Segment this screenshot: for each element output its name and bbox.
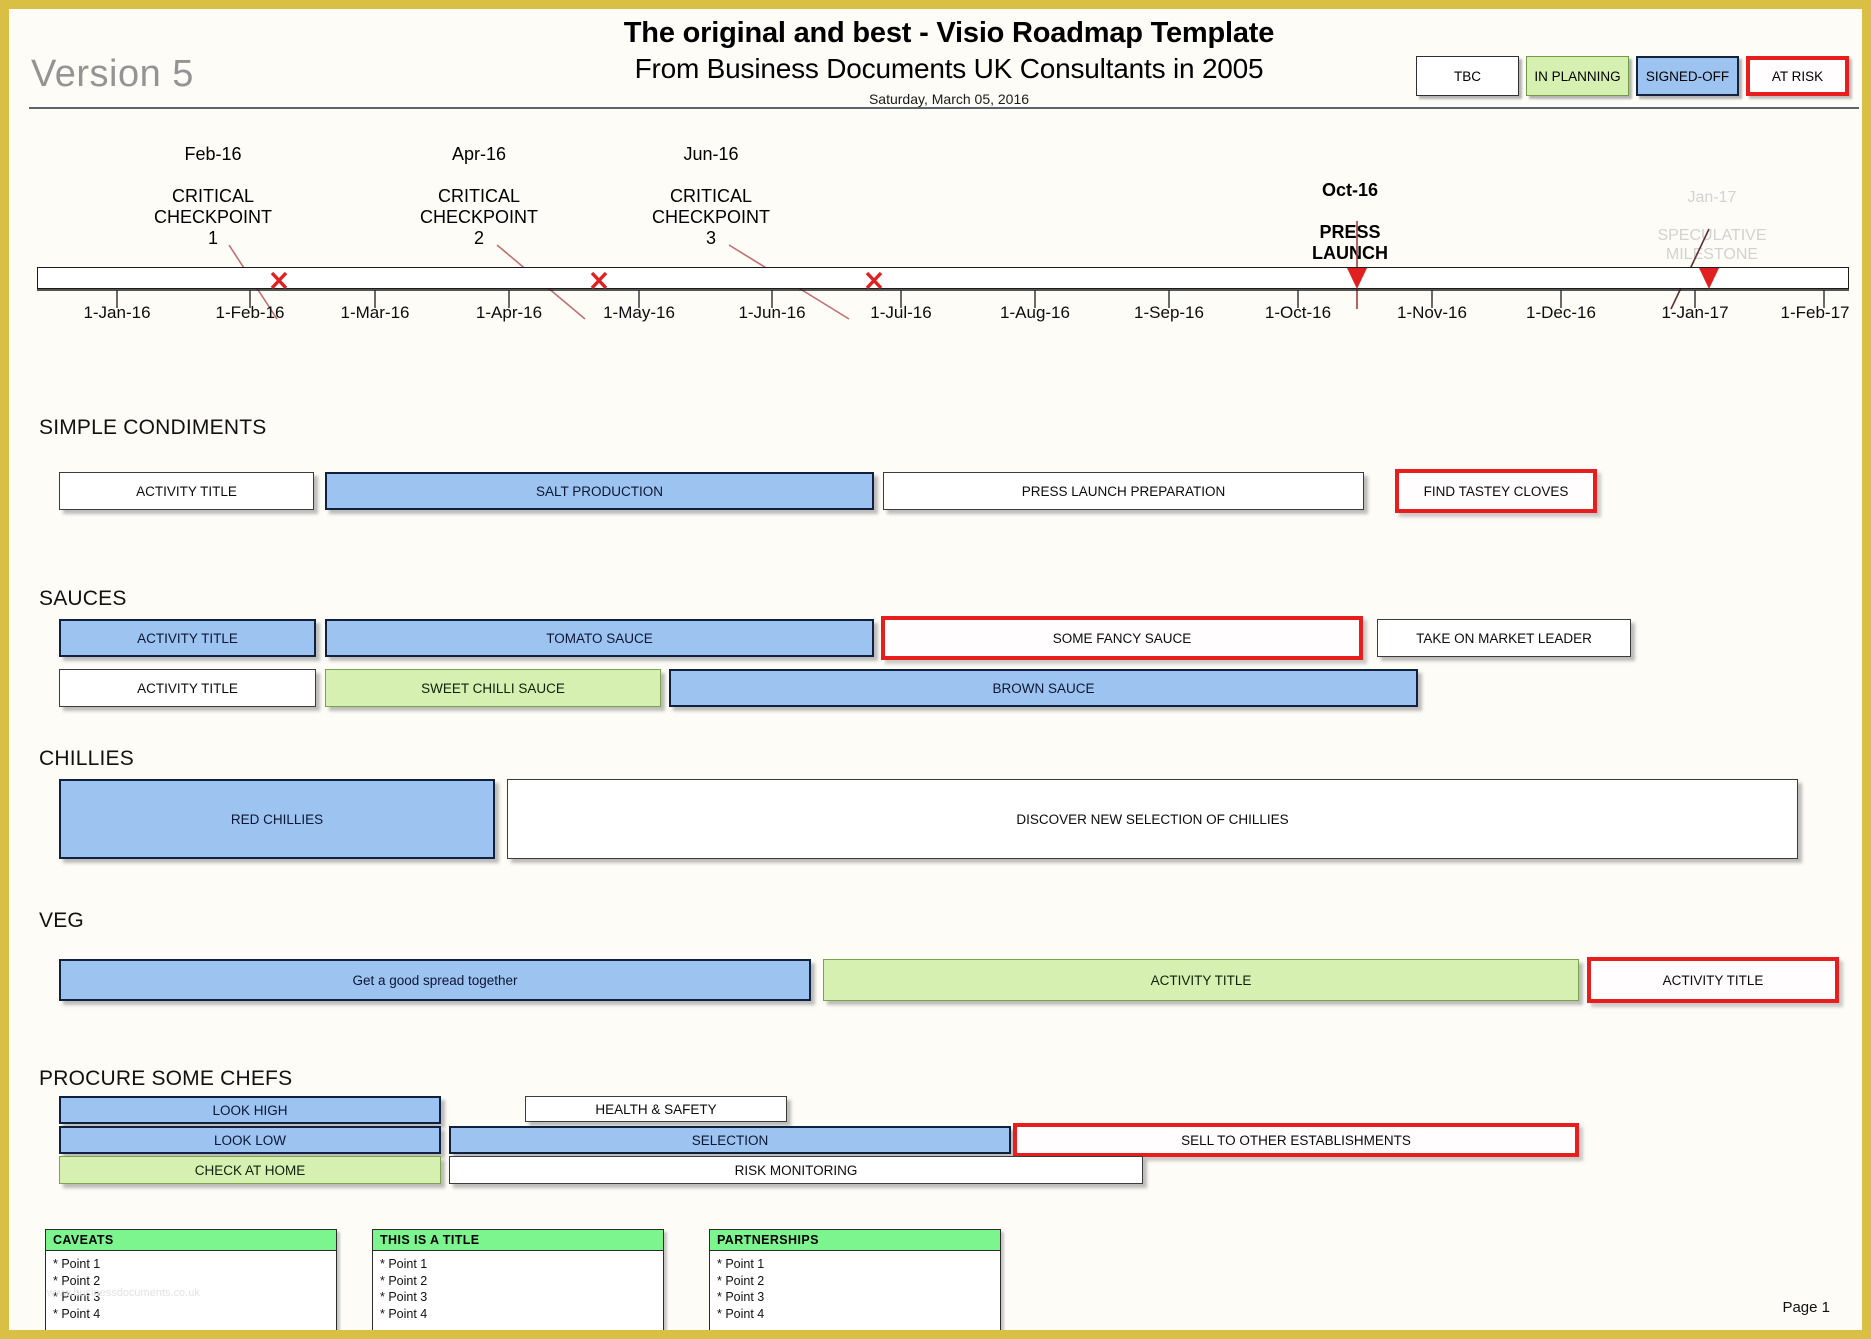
activity-bar[interactable]: ACTIVITY TITLE xyxy=(1587,957,1839,1003)
activity-bar[interactable]: ACTIVITY TITLE xyxy=(59,472,314,510)
activity-bar[interactable]: ACTIVITY TITLE xyxy=(823,959,1579,1001)
axis-tick-label-10: 1-Nov-16 xyxy=(1397,303,1467,323)
note-title: CAVEATS xyxy=(46,1230,336,1251)
note-title: THIS IS A TITLE xyxy=(373,1230,663,1251)
note-point: * Point 2 xyxy=(380,1273,657,1290)
milestone-marker-x xyxy=(272,273,881,288)
lane-title-veg: VEG xyxy=(39,909,84,933)
activity-bar[interactable]: RED CHILLIES xyxy=(59,779,495,859)
note-body: * Point 1 * Point 2 * Point 3 * Point 4 xyxy=(710,1251,1000,1326)
note-point: * Point 4 xyxy=(380,1306,657,1323)
lane-title-procure-some-chefs: PROCURE SOME CHEFS xyxy=(39,1067,292,1091)
axis-tick-label-2: 1-Mar-16 xyxy=(341,303,410,323)
activity-bar[interactable]: PRESS LAUNCH PREPARATION xyxy=(883,472,1364,510)
axis-tick-label-6: 1-Jul-16 xyxy=(870,303,931,323)
note-point: * Point 1 xyxy=(717,1256,994,1273)
activity-bar[interactable]: LOOK LOW xyxy=(59,1126,441,1154)
activity-bar[interactable]: Get a good spread together xyxy=(59,959,811,1001)
axis-tick-label-8: 1-Sep-16 xyxy=(1134,303,1204,323)
axis-tick-label-7: 1-Aug-16 xyxy=(1000,303,1070,323)
axis-tick-label-5: 1-Jun-16 xyxy=(738,303,805,323)
activity-bar[interactable]: SELL TO OTHER ESTABLISHMENTS xyxy=(1013,1123,1579,1157)
watermark-text: www.businessdocuments.co.uk xyxy=(47,1287,200,1299)
lane-title-chillies: CHILLIES xyxy=(39,747,134,771)
axis-tick-label-3: 1-Apr-16 xyxy=(476,303,542,323)
activity-bar[interactable]: BROWN SAUCE xyxy=(669,669,1418,707)
activity-bar[interactable]: FIND TASTEY CLOVES xyxy=(1395,469,1597,513)
note-point: * Point 1 xyxy=(53,1256,330,1273)
note-point: * Point 4 xyxy=(53,1306,330,1323)
activity-bar[interactable]: TAKE ON MARKET LEADER xyxy=(1377,619,1631,657)
activity-bar[interactable]: DISCOVER NEW SELECTION OF CHILLIES xyxy=(507,779,1798,859)
axis-tick-label-0: 1-Jan-16 xyxy=(83,303,150,323)
timeline-axis xyxy=(9,264,1871,334)
activity-bar[interactable]: RISK MONITORING xyxy=(449,1156,1143,1184)
milestone-marker-arrow xyxy=(1347,268,1719,289)
note-point: * Point 3 xyxy=(717,1289,994,1306)
lane-title-sauces: SAUCES xyxy=(39,587,127,611)
axis-tick-label-13: 1-Feb-17 xyxy=(1781,303,1850,323)
axis-tick-label-11: 1-Dec-16 xyxy=(1526,303,1596,323)
note-point: * Point 2 xyxy=(717,1273,994,1290)
lane-title-simple-condiments: SIMPLE CONDIMENTS xyxy=(39,416,266,440)
axis-tick-label-12: 1-Jan-17 xyxy=(1661,303,1728,323)
activity-bar[interactable]: TOMATO SAUCE xyxy=(325,619,874,657)
activity-bar[interactable]: SOME FANCY SAUCE xyxy=(881,616,1363,660)
activity-bar[interactable]: SELECTION xyxy=(449,1126,1011,1154)
activity-bar[interactable]: ACTIVITY TITLE xyxy=(59,619,316,657)
axis-tick-label-1: 1-Feb-16 xyxy=(216,303,285,323)
note-box-this-is-a-title[interactable]: THIS IS A TITLE * Point 1 * Point 2 * Po… xyxy=(372,1229,664,1333)
note-box-caveats[interactable]: CAVEATS * Point 1 * Point 2 * Point 3 * … xyxy=(45,1229,337,1333)
note-point: * Point 3 xyxy=(380,1289,657,1306)
note-point: * Point 1 xyxy=(380,1256,657,1273)
note-title: PARTNERSHIPS xyxy=(710,1230,1000,1251)
activity-bar[interactable]: SWEET CHILLI SAUCE xyxy=(325,669,661,707)
activity-bar[interactable]: LOOK HIGH xyxy=(59,1096,441,1124)
page-number: Page 1 xyxy=(1782,1299,1830,1316)
axis-tick-label-4: 1-May-16 xyxy=(603,303,675,323)
note-point: * Point 4 xyxy=(717,1306,994,1323)
activity-bar[interactable]: CHECK AT HOME xyxy=(59,1156,441,1184)
axis-tick-label-9: 1-Oct-16 xyxy=(1265,303,1331,323)
roadmap-page: Version 5 The original and best - Visio … xyxy=(0,0,1871,1339)
activity-bar[interactable]: SALT PRODUCTION xyxy=(325,472,874,510)
note-body: * Point 1 * Point 2 * Point 3 * Point 4 xyxy=(373,1251,663,1326)
activity-bar[interactable]: ACTIVITY TITLE xyxy=(59,669,316,707)
note-box-partnerships[interactable]: PARTNERSHIPS * Point 1 * Point 2 * Point… xyxy=(709,1229,1001,1333)
activity-bar[interactable]: HEALTH & SAFETY xyxy=(525,1096,787,1122)
